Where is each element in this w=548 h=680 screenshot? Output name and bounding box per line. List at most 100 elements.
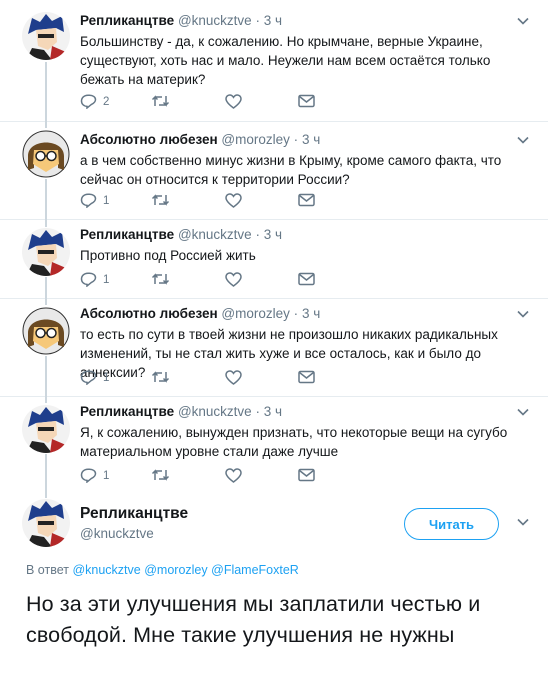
tweet-text: Я, к сожалению, вынужден признать, что н… — [80, 425, 508, 459]
chevron-down-icon[interactable] — [516, 307, 530, 321]
reply-icon — [80, 468, 97, 483]
retweet-icon — [151, 469, 170, 481]
like-icon — [225, 468, 242, 483]
handle[interactable]: @knuckztve — [178, 404, 252, 419]
reply-button[interactable]: 1 — [80, 468, 109, 483]
message-icon — [298, 272, 315, 286]
like-button[interactable] — [225, 468, 242, 483]
reply-button[interactable]: 2 — [80, 94, 109, 109]
thread-line — [45, 219, 47, 227]
message-icon — [298, 370, 315, 384]
display-name[interactable]: Абсолютно любезен — [80, 306, 218, 321]
retweet-button[interactable] — [151, 193, 170, 207]
display-name[interactable]: Абсолютно любезен — [80, 132, 218, 147]
reply-to-line: В ответ @knuckztve @morozley @FlameFoxte… — [26, 563, 299, 577]
retweet-button[interactable] — [151, 94, 170, 108]
retweet-button[interactable] — [151, 370, 170, 384]
avatar[interactable] — [22, 307, 70, 355]
mention-link[interactable]: @FlameFoxteR — [211, 563, 299, 577]
timestamp[interactable]: 3 ч — [264, 404, 282, 419]
retweet-icon — [151, 95, 170, 107]
retweet-icon — [151, 194, 170, 206]
message-icon — [298, 468, 315, 482]
reply-count: 1 — [103, 469, 110, 482]
chevron-down-icon[interactable] — [516, 515, 530, 529]
message-button[interactable] — [298, 272, 315, 286]
thread-line — [45, 277, 47, 299]
reply-count: 1 — [103, 194, 110, 207]
message-button[interactable] — [298, 468, 315, 482]
like-icon — [225, 370, 242, 385]
display-name[interactable]: Репликанцтве — [80, 227, 174, 242]
like-button[interactable] — [225, 94, 242, 109]
like-icon — [225, 94, 242, 109]
reply-button[interactable]: 1 — [80, 370, 109, 385]
like-button[interactable] — [225, 370, 242, 385]
message-button[interactable] — [298, 193, 315, 207]
timestamp[interactable]: 3 ч — [302, 306, 320, 321]
chevron-down-icon[interactable] — [516, 133, 530, 147]
timestamp[interactable]: 3 ч — [264, 13, 282, 28]
message-icon — [298, 193, 315, 207]
reply-icon — [80, 272, 97, 287]
message-button[interactable] — [298, 370, 315, 384]
display-name[interactable]: Репликанцтве — [80, 505, 188, 523]
handle[interactable]: @knuckztve — [178, 227, 252, 242]
main-tweet-text: Но за эти улучшения мы заплатили честью … — [26, 592, 481, 647]
avatar[interactable] — [22, 12, 70, 60]
avatar[interactable] — [22, 405, 70, 453]
reply-count: 1 — [103, 273, 110, 286]
reply-icon — [80, 370, 97, 385]
display-name[interactable]: Репликанцтве — [80, 404, 174, 419]
thread-line — [45, 62, 47, 122]
like-button[interactable] — [225, 193, 242, 208]
tweet-header: Репликанцтве @knuckztve · 3 ч — [80, 13, 282, 28]
divider — [0, 219, 548, 220]
retweet-icon — [151, 371, 170, 383]
thread-line — [45, 492, 47, 498]
avatar[interactable] — [22, 228, 70, 276]
follow-button[interactable]: Читать — [404, 508, 499, 540]
tweet-text: Большинству - да, к сожалению. Но крымча… — [80, 34, 491, 87]
retweet-icon — [151, 273, 170, 285]
tweet-header: Репликанцтве @knuckztve · 3 ч — [80, 404, 282, 419]
tweet-text: Противно под Россией жить — [80, 248, 256, 263]
divider — [0, 298, 548, 299]
divider — [0, 396, 548, 397]
chevron-down-icon[interactable] — [516, 405, 530, 419]
avatar[interactable] — [22, 499, 70, 547]
tweet-header: Абсолютно любезен @morozley · 3 ч — [80, 306, 321, 321]
handle[interactable]: @morozley — [221, 306, 289, 321]
thread-line — [45, 454, 47, 494]
handle[interactable]: @knuckztve — [178, 13, 252, 28]
like-button[interactable] — [225, 272, 242, 287]
tweet-header: Абсолютно любезен @morozley · 3 ч — [80, 132, 321, 147]
tweet-header: Репликанцтве @knuckztve · 3 ч — [80, 227, 282, 242]
retweet-button[interactable] — [151, 272, 170, 286]
tweet-text: а в чем собственно минус жизни в Крыму, … — [80, 153, 502, 187]
reply-button[interactable]: 1 — [80, 193, 109, 208]
mention-link[interactable]: @knuckztve — [72, 563, 140, 577]
message-button[interactable] — [298, 94, 315, 108]
handle[interactable]: @knuckztve — [80, 526, 154, 541]
like-icon — [225, 193, 242, 208]
retweet-button[interactable] — [151, 468, 170, 482]
handle[interactable]: @morozley — [221, 132, 289, 147]
reply-icon — [80, 94, 97, 109]
timestamp[interactable]: 3 ч — [264, 227, 282, 242]
reply-button[interactable]: 1 — [80, 272, 109, 287]
mention-link[interactable]: @morozley — [144, 563, 207, 577]
message-icon — [298, 94, 315, 108]
reply-icon — [80, 193, 97, 208]
timestamp[interactable]: 3 ч — [302, 132, 320, 147]
display-name[interactable]: Репликанцтве — [80, 13, 174, 28]
reply-to-label: В ответ — [26, 563, 69, 577]
reply-count: 2 — [103, 95, 110, 108]
avatar[interactable] — [22, 130, 70, 178]
thread-line — [45, 396, 47, 403]
thread-line — [45, 356, 47, 396]
chevron-down-icon[interactable] — [516, 14, 530, 28]
thread-line — [45, 121, 47, 128]
like-icon — [225, 272, 242, 287]
reply-count: 1 — [103, 371, 110, 384]
